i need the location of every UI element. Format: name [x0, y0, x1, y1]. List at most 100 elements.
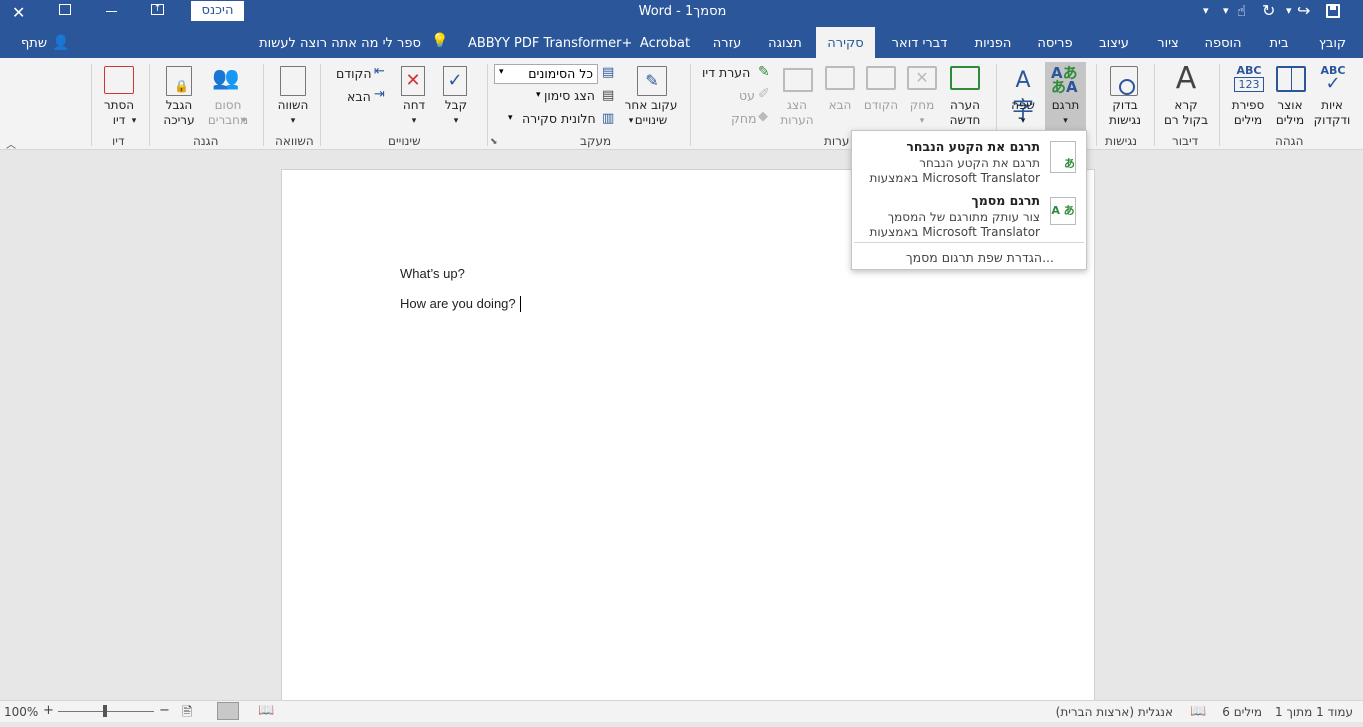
language-button[interactable]: שפה [1003, 98, 1043, 113]
compare-dropdown-icon[interactable]: ▾ [272, 114, 314, 129]
changes-group-label: שינויים [388, 134, 421, 148]
markup-select[interactable]: כל הסימונים ▾ [494, 64, 598, 84]
read-aloud-button[interactable]: קרא בקול רם [1158, 98, 1214, 128]
next-comment-button[interactable]: הבא [822, 98, 858, 113]
document-line-2[interactable]: How are you doing? [400, 296, 516, 311]
ribbon-display-icon[interactable]: ↑ [151, 4, 164, 15]
tracking-dialog-launcher-icon[interactable]: ⬊ [490, 137, 498, 147]
accept-icon: ✓ [443, 66, 467, 96]
delete-comment-button[interactable]: מחק [903, 98, 941, 113]
next-change-button[interactable]: הבא [347, 89, 371, 104]
reject-dropdown-icon[interactable]: ▾ [396, 114, 432, 129]
hide-ink-dropdown-icon[interactable]: ▾ [128, 114, 140, 129]
tab-references[interactable]: הפניות [965, 27, 1021, 58]
translate-selection-desc1: תרגם את הקטע הנבחר [919, 156, 1040, 170]
translate-dropdown-icon[interactable]: ▾ [1045, 114, 1086, 129]
undo-dropdown-icon[interactable]: ▾ [1286, 4, 1292, 17]
set-document-translation-language-item[interactable]: הגדרת שפת תרגום מסמך... [906, 250, 1054, 265]
translate-document-desc1: צור עותק מתורגם של המסמך [887, 210, 1040, 224]
tab-view[interactable]: תצוגה [760, 27, 810, 58]
tell-me-search[interactable]: ספר לי מה אתה רוצה לעשות [255, 27, 425, 58]
tab-acrobat[interactable]: Acrobat [636, 27, 694, 58]
eraser-button[interactable]: מחק [731, 111, 757, 126]
touch-mode-icon[interactable]: ☝ [1237, 2, 1246, 20]
document-line-1[interactable]: What’s up? [400, 266, 465, 281]
new-comment-button[interactable]: הערה חדשה [940, 98, 990, 128]
show-comments-button[interactable]: הצג הערות [775, 98, 819, 128]
zoom-slider-thumb[interactable] [103, 705, 107, 717]
undo-icon[interactable]: ↪ [1297, 1, 1310, 20]
tab-design[interactable]: עיצוב [1090, 27, 1138, 58]
zoom-in-button[interactable]: + [43, 703, 54, 718]
proofing-icon[interactable]: 📖 [1190, 704, 1206, 719]
track-changes-dropdown-icon[interactable]: ▾ [624, 114, 638, 129]
show-markup-dropdown-icon[interactable]: ▾ [536, 90, 541, 100]
share-icon[interactable]: 👤 [52, 35, 69, 51]
close-icon[interactable]: ✕ [12, 3, 25, 22]
reject-icon: ✕ [401, 66, 425, 96]
group-separator [690, 64, 691, 146]
ink-comment-button[interactable]: הערת דיו [702, 65, 750, 80]
next-change-icon: ⇥ [374, 87, 385, 102]
repeat-icon[interactable]: ↻ [1262, 1, 1275, 20]
page-count[interactable]: עמוד 1 מתוך 1 [1275, 705, 1353, 719]
block-authors-dropdown-icon[interactable]: ▾ [238, 114, 250, 129]
word-count-button[interactable]: ספירת מילים [1222, 98, 1274, 128]
previous-comment-icon [866, 66, 896, 90]
word-count-icon: ABC 123 [1234, 64, 1264, 94]
reject-button[interactable]: דחה [396, 98, 432, 113]
previous-comment-button[interactable]: הקודם [860, 98, 902, 113]
new-comment-icon [950, 66, 980, 90]
reviewing-pane-dropdown-icon[interactable]: ▾ [508, 113, 513, 123]
translate-selection-title: תרגם את הקטע הנבחר [906, 139, 1040, 154]
ribbon: ABC ✓ איות ודקדוק אוצר מילים ABC 123 ספירת… [0, 58, 1363, 151]
signin-button[interactable]: היכנס [191, 1, 244, 21]
zoom-level[interactable]: 100% [4, 705, 38, 719]
accept-dropdown-icon[interactable]: ▾ [438, 114, 474, 129]
language-indicator[interactable]: אנגלית (ארצות הברית) [1056, 705, 1173, 719]
tab-help[interactable]: עזרה [706, 27, 748, 58]
restrict-editing-button[interactable]: הגבל עריכה [157, 98, 201, 128]
group-separator [149, 64, 150, 146]
translate-document-title: תרגם מסמך [971, 193, 1040, 208]
tab-draw[interactable]: ציור [1150, 27, 1186, 58]
accessibility-group-label: נגישות [1105, 134, 1138, 148]
previous-change-button[interactable]: הקודם [336, 66, 372, 81]
tab-mailings[interactable]: דברי דואר [882, 27, 957, 58]
word-count[interactable]: 6 מילים [1222, 705, 1262, 719]
tab-file[interactable]: קובץ [1310, 27, 1355, 58]
read-mode-icon[interactable]: 📖 [258, 703, 274, 718]
check-accessibility-button[interactable]: בדוק נגישות [1100, 98, 1150, 128]
translate-button[interactable]: תרגם [1045, 98, 1086, 113]
language-icon: A字 [1011, 68, 1034, 123]
customize-qat-icon[interactable]: ▾ [1203, 4, 1209, 17]
accept-button[interactable]: קבל [438, 98, 474, 113]
restore-icon[interactable] [59, 4, 71, 15]
minimize-icon[interactable] [106, 11, 117, 12]
show-markup-button[interactable]: הצג סימון [544, 88, 595, 103]
tab-insert[interactable]: הוספה [1198, 27, 1248, 58]
zoom-out-button[interactable]: − [159, 703, 170, 718]
delete-dropdown-icon[interactable]: ▾ [903, 114, 941, 129]
pen-icon: ✐ [758, 86, 770, 102]
pen-button[interactable]: עט [739, 88, 755, 103]
tab-abbyy[interactable]: ABBYY PDF Transformer+ [468, 27, 632, 58]
ink-group-label: דיו [112, 134, 125, 148]
print-layout-icon[interactable] [217, 702, 239, 720]
title-bar: ✕ ↑ היכנס Word - מסמך1 ▾ ☝ ▾ ↻ ▾ ↪ [0, 0, 1363, 27]
tab-review[interactable]: סקירה [816, 27, 875, 58]
tracking-group-label: מעקב [580, 134, 612, 148]
delete-comment-icon: ✕ [907, 66, 937, 90]
collapse-ribbon-icon[interactable]: ︿ [6, 136, 16, 151]
qat-dropdown-icon[interactable]: ▾ [1223, 4, 1229, 17]
save-icon[interactable] [1326, 4, 1340, 18]
ribbon-tabs: קובץ בית הוספה ציור עיצוב פריסה הפניות ד… [0, 27, 1363, 58]
group-separator [91, 64, 92, 146]
share-button[interactable]: שתף [17, 27, 51, 58]
reviewing-pane-button[interactable]: חלונית סקירה [522, 111, 596, 126]
tab-layout[interactable]: פריסה [1030, 27, 1080, 58]
language-dropdown-icon[interactable]: ▾ [1003, 114, 1043, 129]
compare-button[interactable]: השווה [272, 98, 314, 113]
web-layout-icon[interactable]: 🖹 [182, 703, 192, 725]
tab-home[interactable]: בית [1260, 27, 1298, 58]
